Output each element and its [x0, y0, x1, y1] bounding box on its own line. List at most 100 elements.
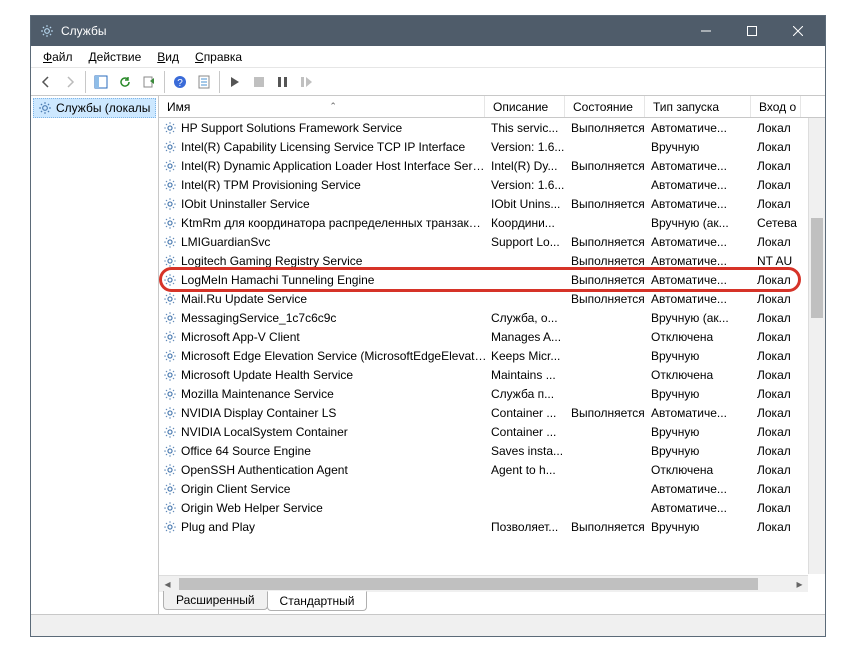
table-row[interactable]: IObit Uninstaller ServiceIObit Unins...В… [159, 194, 805, 213]
service-name: OpenSSH Authentication Agent [181, 463, 487, 477]
table-row[interactable]: LogMeIn Hamachi Tunneling EngineВыполняе… [159, 270, 805, 289]
service-logon: Локал [753, 406, 803, 420]
stop-service-button[interactable] [248, 71, 270, 93]
service-status: Выполняется [567, 254, 647, 268]
gear-icon [163, 178, 177, 192]
service-logon: Локал [753, 387, 803, 401]
service-startup: Вручную [647, 349, 753, 363]
table-row[interactable]: Plug and PlayПозволяет...ВыполняетсяВруч… [159, 517, 805, 536]
services-list[interactable]: HP Support Solutions Framework ServiceTh… [159, 118, 825, 592]
menu-view[interactable]: Вид [149, 50, 187, 64]
table-row[interactable]: Office 64 Source EngineSaves insta...Вру… [159, 441, 805, 460]
scrollbar-thumb[interactable] [179, 578, 758, 590]
table-row[interactable]: Microsoft App-V ClientManages A...Отключ… [159, 327, 805, 346]
service-startup: Отключена [647, 463, 753, 477]
menu-bar: Файл Действие Вид Справка [31, 46, 825, 68]
table-row[interactable]: Origin Client ServiceАвтоматиче...Локал [159, 479, 805, 498]
table-row[interactable]: NVIDIA LocalSystem ContainerContainer ..… [159, 422, 805, 441]
service-logon: Локал [753, 292, 803, 306]
maximize-button[interactable] [729, 16, 775, 46]
column-description[interactable]: Описание [485, 96, 565, 117]
service-desc: Version: 1.6... [487, 178, 567, 192]
table-row[interactable]: Intel(R) TPM Provisioning ServiceVersion… [159, 175, 805, 194]
service-name: MessagingService_1c7c6c9c [181, 311, 487, 325]
service-name: NVIDIA LocalSystem Container [181, 425, 487, 439]
service-status: Выполняется [567, 197, 647, 211]
menu-help[interactable]: Справка [187, 50, 250, 64]
service-startup: Отключена [647, 330, 753, 344]
service-desc: Служба п... [487, 387, 567, 401]
table-row[interactable]: Logitech Gaming Registry ServiceВыполняе… [159, 251, 805, 270]
table-row[interactable]: Intel(R) Capability Licensing Service TC… [159, 137, 805, 156]
tab-standard[interactable]: Стандартный [267, 591, 368, 611]
scroll-right-icon[interactable]: ▸ [791, 576, 808, 592]
tab-extended[interactable]: Расширенный [163, 591, 268, 610]
service-startup: Автоматиче... [647, 292, 753, 306]
gear-icon [163, 197, 177, 211]
titlebar[interactable]: Службы [31, 16, 825, 46]
table-row[interactable]: Microsoft Update Health ServiceMaintains… [159, 365, 805, 384]
column-name[interactable]: Имя ⌃ [159, 96, 485, 117]
scrollbar-thumb[interactable] [811, 218, 823, 318]
gear-icon [38, 101, 52, 115]
service-logon: Локал [753, 349, 803, 363]
column-logon[interactable]: Вход о [751, 96, 801, 117]
list-pane: Имя ⌃ Описание Состояние Тип запуска Вхо… [159, 96, 825, 614]
service-name: Mozilla Maintenance Service [181, 387, 487, 401]
toolbar-separator [219, 71, 220, 93]
table-row[interactable]: NVIDIA Display Container LSContainer ...… [159, 403, 805, 422]
service-startup: Вручную [647, 520, 753, 534]
pause-service-button[interactable] [272, 71, 294, 93]
service-desc: Agent to h... [487, 463, 567, 477]
minimize-button[interactable] [683, 16, 729, 46]
service-name: LogMeIn Hamachi Tunneling Engine [181, 273, 487, 287]
service-startup: Вручную [647, 387, 753, 401]
properties-button[interactable] [193, 71, 215, 93]
service-logon: Локал [753, 368, 803, 382]
scroll-left-icon[interactable]: ◂ [159, 576, 176, 592]
service-name: Origin Web Helper Service [181, 501, 487, 515]
table-row[interactable]: Mozilla Maintenance ServiceСлужба п... Вр… [159, 384, 805, 403]
table-row[interactable]: KtmRm для координатора распределенных тр… [159, 213, 805, 232]
table-row[interactable]: MessagingService_1c7c6c9cСлужба, о...Вру… [159, 308, 805, 327]
back-button[interactable] [35, 71, 57, 93]
vertical-scrollbar[interactable] [808, 118, 825, 574]
gear-icon [163, 292, 177, 306]
service-logon: Локал [753, 463, 803, 477]
menu-file[interactable]: Файл [35, 50, 81, 64]
service-logon: Локал [753, 235, 803, 249]
table-row[interactable]: Origin Web Helper ServiceАвтоматиче...Ло… [159, 498, 805, 517]
tree-item-services[interactable]: Службы (локалы [33, 98, 156, 118]
table-row[interactable]: OpenSSH Authentication AgentAgent to h..… [159, 460, 805, 479]
service-name: Microsoft Update Health Service [181, 368, 487, 382]
table-row[interactable]: Microsoft Edge Elevation Service (Micros… [159, 346, 805, 365]
export-button[interactable] [138, 71, 160, 93]
tree-pane[interactable]: Службы (локалы [31, 96, 159, 614]
refresh-button[interactable] [114, 71, 136, 93]
service-logon: NT AU [753, 254, 803, 268]
forward-button[interactable] [59, 71, 81, 93]
restart-service-button[interactable] [296, 71, 318, 93]
service-name: Plug and Play [181, 520, 487, 534]
table-row[interactable]: HP Support Solutions Framework ServiceTh… [159, 118, 805, 137]
table-row[interactable]: Intel(R) Dynamic Application Loader Host… [159, 156, 805, 175]
column-status[interactable]: Состояние [565, 96, 645, 117]
app-icon [39, 23, 55, 39]
service-logon: Локал [753, 159, 803, 173]
close-button[interactable] [775, 16, 821, 46]
gear-icon [163, 254, 177, 268]
menu-action[interactable]: Действие [81, 50, 150, 64]
start-service-button[interactable] [224, 71, 246, 93]
view-tabs: Расширенный Стандартный [159, 592, 825, 614]
column-startup[interactable]: Тип запуска [645, 96, 751, 117]
horizontal-scrollbar[interactable]: ◂ ▸ [159, 575, 808, 592]
table-row[interactable]: LMIGuardianSvcSupport Lo...ВыполняетсяАв… [159, 232, 805, 251]
table-row[interactable]: Mail.Ru Update ServiceВыполняетсяАвтомат… [159, 289, 805, 308]
show-hide-tree-button[interactable] [90, 71, 112, 93]
service-desc: Manages A... [487, 330, 567, 344]
gear-icon [163, 140, 177, 154]
window-title: Службы [61, 24, 683, 38]
help-button[interactable]: ? [169, 71, 191, 93]
column-headers: Имя ⌃ Описание Состояние Тип запуска Вхо… [159, 96, 825, 118]
toolbar-separator [85, 71, 86, 93]
